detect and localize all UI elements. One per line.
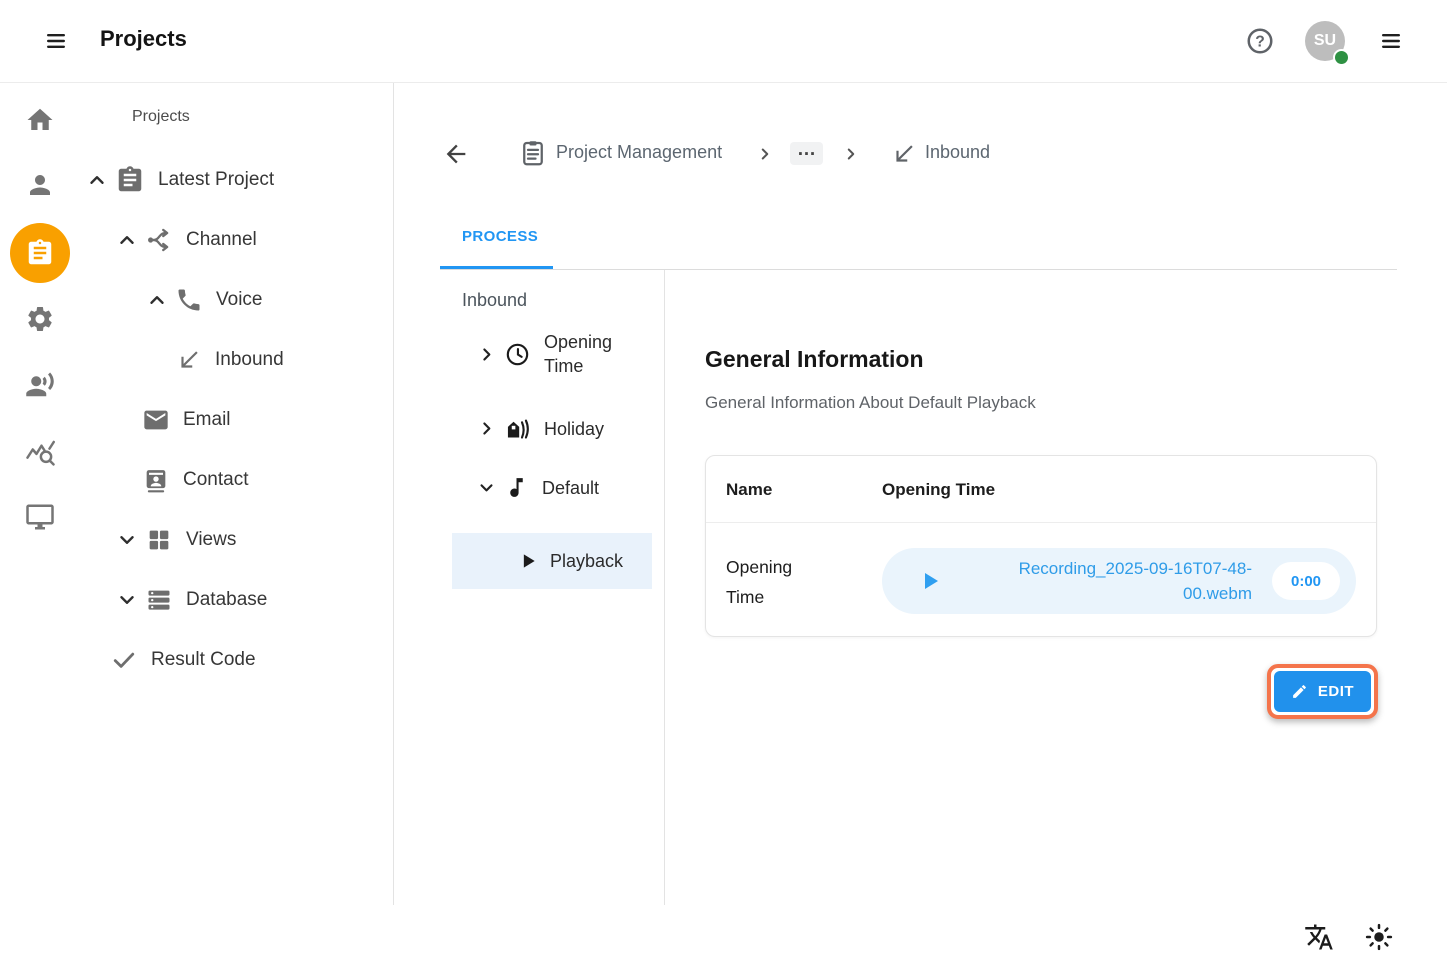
general-info-card: Name Opening Time Opening Time Recording… [705, 455, 1377, 637]
edit-button[interactable]: EDIT [1274, 671, 1371, 712]
app-window: Projects ? SU P [0, 0, 1447, 970]
chevron-down-icon[interactable] [116, 529, 138, 551]
analytics-search-icon[interactable] [0, 424, 80, 480]
tree-item-result-code[interactable]: Result Code [80, 630, 380, 690]
chevron-down-icon[interactable] [478, 479, 495, 496]
breadcrumb-ellipsis-button[interactable]: … [790, 142, 823, 165]
clipboard-icon [115, 165, 145, 195]
column-header-opening-time: Opening Time [882, 480, 995, 500]
brightness-sun-icon[interactable] [1364, 922, 1394, 952]
channel-split-icon [145, 226, 173, 254]
chevron-up-icon[interactable] [146, 289, 168, 311]
chevron-right-icon[interactable] [478, 346, 495, 363]
section-heading: General Information [705, 346, 924, 373]
tree-item-label: Latest Project [158, 169, 274, 191]
duration-badge: 0:00 [1272, 562, 1340, 600]
inbound-arrow-icon [891, 141, 917, 167]
pencil-icon [1291, 683, 1308, 700]
check-icon [110, 646, 138, 674]
home-icon[interactable] [0, 92, 80, 148]
breadcrumb-item-project-management[interactable]: Project Management [556, 142, 722, 163]
top-bar: Projects ? SU [0, 0, 1447, 83]
subpanel-divider [664, 270, 665, 905]
play-icon [518, 551, 538, 571]
settings-gear-icon[interactable] [0, 291, 80, 347]
menu-icon[interactable] [40, 29, 72, 53]
page-title: Projects [100, 26, 187, 52]
chevron-up-icon[interactable] [116, 229, 138, 251]
voice-agent-icon[interactable] [0, 357, 80, 413]
clipboard-outline-icon [518, 138, 548, 168]
subpanel-item-label: Default [542, 476, 599, 500]
subpanel-item-default[interactable]: Default [478, 475, 599, 500]
subpanel-item-playback-selected[interactable]: Playback [452, 533, 652, 589]
tree-panel-title: Projects [132, 108, 190, 126]
audio-player: Recording_2025-09-16T07-48-00.webm 0:00 [882, 548, 1356, 614]
project-tree-panel: Projects Latest Project Channel Voice In… [80, 82, 394, 905]
tree-item-label: Voice [216, 289, 262, 311]
projects-clipboard-icon-active[interactable] [10, 223, 70, 283]
tree-item-label: Database [186, 589, 267, 611]
grid-views-icon [145, 526, 173, 554]
breadcrumb-item-inbound[interactable]: Inbound [925, 142, 990, 163]
tree-item-label: Contact [183, 469, 248, 491]
tree-item-label: Channel [186, 229, 257, 251]
chevron-right-icon [756, 145, 774, 163]
svg-text:?: ? [1255, 34, 1265, 51]
tree-item-label: Inbound [215, 349, 284, 371]
subpanel-item-label: Holiday [544, 417, 604, 441]
chevron-up-icon[interactable] [86, 169, 108, 191]
icon-rail [0, 82, 80, 905]
chevron-right-icon[interactable] [478, 420, 495, 437]
edit-button-label: EDIT [1318, 683, 1354, 700]
overflow-menu-icon[interactable] [1374, 29, 1408, 53]
table-header-row: Name Opening Time [706, 456, 1376, 523]
subpanel-item-holiday[interactable]: Holiday [478, 415, 604, 442]
chevron-right-icon [842, 145, 860, 163]
phone-icon [175, 286, 203, 314]
contact-card-icon [142, 466, 170, 494]
clock-icon [504, 341, 531, 368]
back-arrow-icon[interactable] [442, 140, 470, 168]
database-storage-icon [145, 586, 173, 614]
tree-item-label: Email [183, 409, 231, 431]
recording-file-link[interactable]: Recording_2025-09-16T07-48-00.webm [1002, 556, 1252, 606]
avatar-initials: SU [1314, 32, 1336, 50]
tree-item-views[interactable]: Views [80, 510, 380, 570]
help-icon[interactable]: ? [1245, 26, 1275, 56]
tab-process[interactable]: PROCESS [462, 228, 538, 245]
tree-item-voice[interactable]: Voice [80, 270, 380, 330]
tree-item-channel[interactable]: Channel [80, 210, 380, 270]
translate-icon[interactable] [1304, 922, 1334, 952]
holiday-house-icon [504, 415, 531, 442]
user-icon[interactable] [0, 157, 80, 213]
play-button-icon[interactable] [918, 569, 942, 593]
subpanel-item-label: Opening Time [544, 330, 628, 378]
tab-row-divider [440, 269, 1397, 270]
main-area: Project Management … Inbound PROCESS Inb… [394, 82, 1447, 970]
inbound-arrow-icon [176, 347, 202, 373]
tree-item-database[interactable]: Database [80, 570, 380, 630]
tree-item-label: Views [186, 529, 236, 551]
subpanel-item-opening-time[interactable]: Opening Time [478, 330, 628, 378]
tree-item-label: Result Code [151, 649, 256, 671]
subpanel-title: Inbound [462, 290, 527, 311]
tree-item-inbound[interactable]: Inbound [80, 330, 380, 390]
table-cell-name: Opening Time [726, 552, 816, 612]
music-note-icon [504, 475, 529, 500]
tree-item-latest-project[interactable]: Latest Project [80, 150, 380, 210]
edit-button-highlight-ring: EDIT [1267, 664, 1378, 719]
column-header-name: Name [726, 480, 772, 500]
subpanel-item-label: Playback [550, 549, 623, 573]
tree-item-email[interactable]: Email [80, 390, 380, 450]
online-status-dot [1333, 49, 1350, 66]
monitor-icon[interactable] [0, 489, 80, 545]
tree-item-contact[interactable]: Contact [80, 450, 380, 510]
section-subheading: General Information About Default Playba… [705, 393, 1036, 413]
chevron-down-icon[interactable] [116, 589, 138, 611]
envelope-icon [142, 406, 170, 434]
